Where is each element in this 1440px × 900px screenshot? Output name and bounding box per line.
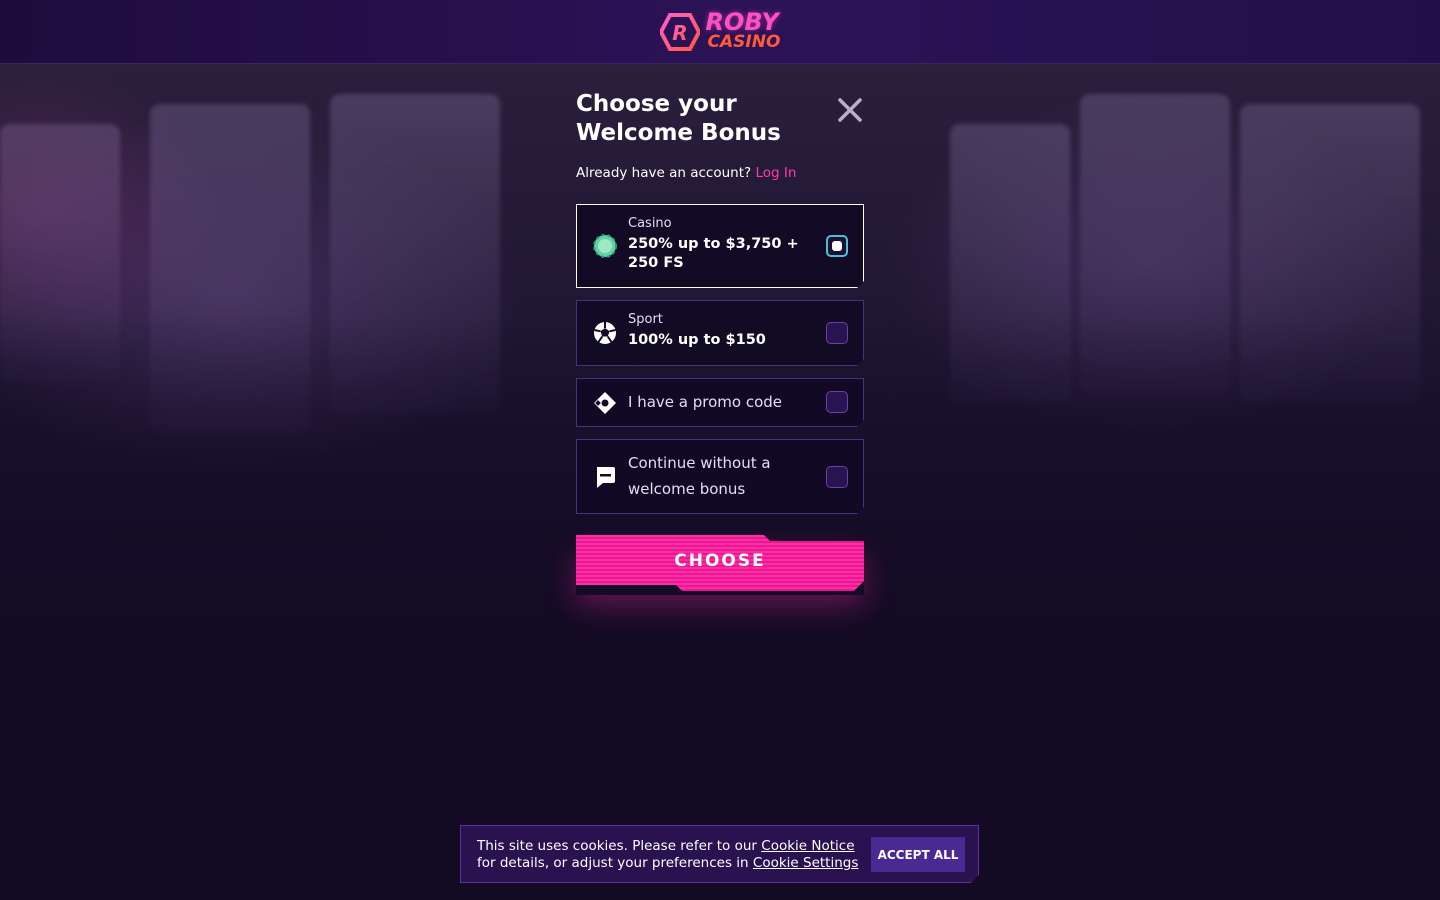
roby-casino-logo[interactable]: R ROBY CASINO — [659, 7, 781, 52]
close-button[interactable] — [836, 96, 864, 124]
choose-button[interactable]: CHOOSE — [576, 535, 864, 591]
bonus-option-promo-code[interactable]: I have a promo code — [576, 378, 864, 427]
option-casino-value: 250% up to $3,750 + 250 FS — [628, 236, 799, 271]
logo-text-roby: ROBY — [705, 7, 779, 36]
login-link[interactable]: Log In — [755, 165, 796, 181]
cookie-banner: This site uses cookies. Please refer to … — [460, 825, 979, 883]
accept-all-button[interactable]: ACCEPT ALL — [871, 837, 965, 872]
roby-logo-icon: R — [659, 12, 700, 51]
cookie-message: This site uses cookies. Please refer to … — [477, 838, 862, 872]
cookie-settings-link[interactable]: Cookie Settings — [753, 855, 858, 871]
casino-chip-icon — [593, 234, 617, 258]
option-sport-label: Sport — [628, 312, 663, 327]
option-sport-checkbox[interactable] — [826, 322, 848, 344]
option-promo-label: I have a promo code — [628, 393, 782, 411]
account-prompt-text: Already have an account? — [576, 165, 752, 181]
bonus-option-sport[interactable]: Sport 100% up to $150 — [576, 300, 864, 366]
cookie-text-middle: for details, or adjust your preferences … — [477, 855, 753, 871]
option-sport-value: 100% up to $150 — [628, 332, 766, 348]
site-header: R ROBY CASINO — [0, 0, 1440, 64]
logo-text-casino: CASINO — [707, 31, 781, 52]
close-icon — [838, 98, 862, 122]
choose-button-label: CHOOSE — [674, 551, 766, 571]
modal-title: Choose your Welcome Bonus — [576, 91, 781, 146]
cookie-notice-link[interactable]: Cookie Notice — [761, 838, 854, 854]
bonus-option-casino[interactable]: Casino 250% up to $3,750 + 250 FS — [576, 204, 864, 288]
no-bonus-icon — [593, 465, 617, 489]
cookie-text-start: This site uses cookies. Please refer to … — [477, 838, 762, 854]
account-prompt: Already have an account? Log In — [576, 165, 864, 181]
welcome-bonus-modal: Choose your Welcome Bonus Already have a… — [576, 90, 864, 181]
soccer-ball-icon — [593, 321, 617, 345]
option-casino-checkbox[interactable] — [826, 235, 848, 257]
option-no-bonus-label: Continue without a welcome bonus — [628, 454, 771, 498]
bonus-option-no-bonus[interactable]: Continue without a welcome bonus — [576, 439, 864, 514]
option-promo-checkbox[interactable] — [826, 391, 848, 413]
option-no-bonus-checkbox[interactable] — [826, 466, 848, 488]
promo-tag-icon — [593, 391, 617, 415]
svg-text:R: R — [672, 21, 687, 45]
option-casino-label: Casino — [628, 216, 672, 231]
